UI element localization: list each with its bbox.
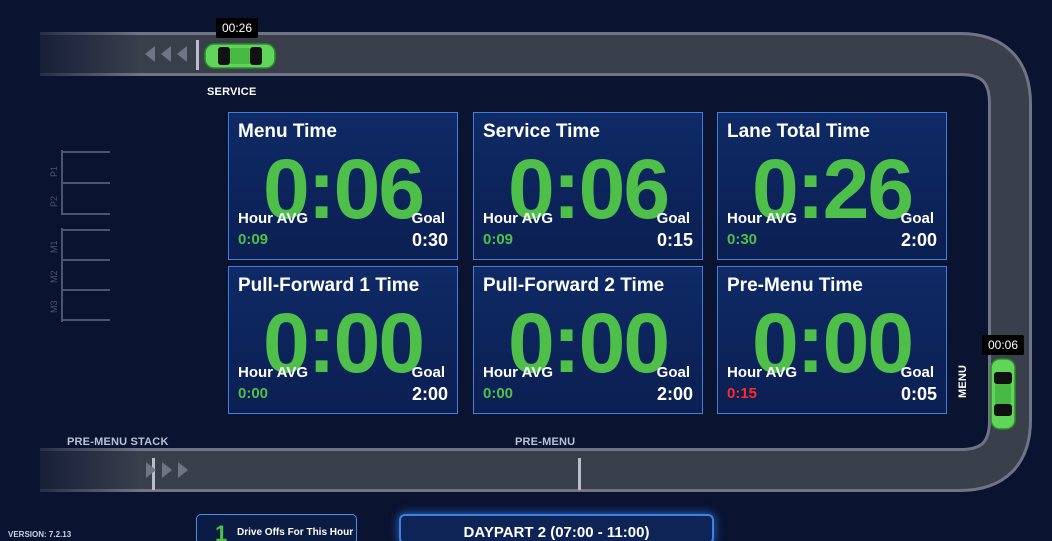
- service-label: SERVICE: [207, 86, 257, 98]
- daypart-button[interactable]: DAYPART 2 (07:00 - 11:00): [399, 514, 714, 541]
- version-label: VERSION: 7.2.13: [8, 530, 72, 539]
- bay-label-p2: P2: [49, 195, 59, 207]
- car-icon[interactable]: [204, 42, 276, 70]
- bay-label-p1: P1: [49, 165, 59, 177]
- timer-panel-pre-menu-time[interactable]: Pre-Menu Time 0:00 Hour AVG 0:15 Goal 0:…: [717, 266, 947, 414]
- pre-menu-stack-divider: [152, 458, 155, 490]
- panel-title: Pull-Forward 1 Time: [238, 275, 420, 296]
- bay-label-m2: M2: [49, 270, 59, 283]
- service-divider: [196, 40, 199, 70]
- hour-avg-value: 0:00: [483, 385, 514, 402]
- pre-menu-divider: [578, 458, 581, 490]
- menu-car-timer: 00:06: [982, 335, 1025, 355]
- timer-panel-menu-time[interactable]: Menu Time 0:06 Hour AVG 0:09 Goal 0:30: [228, 112, 458, 260]
- panel-title: Pull-Forward 2 Time: [483, 275, 665, 296]
- panel-title: Lane Total Time: [727, 121, 870, 142]
- hour-avg-value: 0:00: [238, 385, 269, 402]
- hour-avg-value: 0:09: [238, 231, 269, 248]
- hour-avg-label: Hour AVG: [483, 210, 553, 227]
- panel-title: Service Time: [483, 121, 600, 142]
- timer-panel-lane-total-time[interactable]: Lane Total Time 0:26 Hour AVG 0:30 Goal …: [717, 112, 947, 260]
- timer-panel-pull-forward-2[interactable]: Pull-Forward 2 Time 0:00 Hour AVG 0:00 G…: [473, 266, 703, 414]
- car-icon[interactable]: [989, 358, 1017, 430]
- drive-offs-count: 1: [215, 521, 228, 541]
- panel-title: Pre-Menu Time: [727, 275, 863, 296]
- bay-label-m3: M3: [49, 300, 59, 313]
- goal-value: 0:30: [411, 230, 448, 250]
- goal-label: Goal: [900, 364, 934, 381]
- hour-avg-label: Hour AVG: [727, 364, 797, 381]
- drive-offs-label: Drive Offs For This Hour: [237, 527, 354, 538]
- hour-avg-label: Hour AVG: [483, 364, 553, 381]
- hour-avg-label: Hour AVG: [238, 210, 308, 227]
- hour-avg-value: 0:15: [727, 385, 758, 402]
- goal-label: Goal: [656, 210, 690, 227]
- timer-panel-service-time[interactable]: Service Time 0:06 Hour AVG 0:09 Goal 0:1…: [473, 112, 703, 260]
- goal-label: Goal: [411, 210, 445, 227]
- timer-panel-pull-forward-1[interactable]: Pull-Forward 1 Time 0:00 Hour AVG 0:00 G…: [228, 266, 458, 414]
- goal-label: Goal: [411, 364, 445, 381]
- drive-offs-button[interactable]: 1 Drive Offs For This Hour: [196, 514, 357, 541]
- menu-label: MENU: [957, 364, 969, 398]
- goal-value: 2:00: [656, 384, 693, 404]
- pre-menu-label: PRE-MENU: [515, 436, 576, 448]
- daypart-label: DAYPART 2 (07:00 - 11:00): [463, 524, 650, 541]
- panel-title: Menu Time: [238, 121, 337, 142]
- service-car-timer: 00:26: [216, 18, 259, 38]
- hour-avg-label: Hour AVG: [727, 210, 797, 227]
- goal-label: Goal: [900, 210, 934, 227]
- hour-avg-value: 0:09: [483, 231, 514, 248]
- drive-thru-dashboard: P1 P2 M1 M2 M3 00:26 00:06 SERVICE MENU …: [0, 0, 1052, 541]
- bay-label-m1: M1: [49, 240, 59, 253]
- goal-value: 0:05: [900, 384, 937, 404]
- goal-value: 2:00: [900, 230, 937, 250]
- pre-menu-stack-label: PRE-MENU STACK: [67, 436, 169, 448]
- hour-avg-value: 0:30: [727, 231, 758, 248]
- goal-label: Goal: [656, 364, 690, 381]
- goal-value: 0:15: [656, 230, 693, 250]
- hour-avg-label: Hour AVG: [238, 364, 308, 381]
- parking-bays: [61, 150, 110, 322]
- goal-value: 2:00: [411, 384, 448, 404]
